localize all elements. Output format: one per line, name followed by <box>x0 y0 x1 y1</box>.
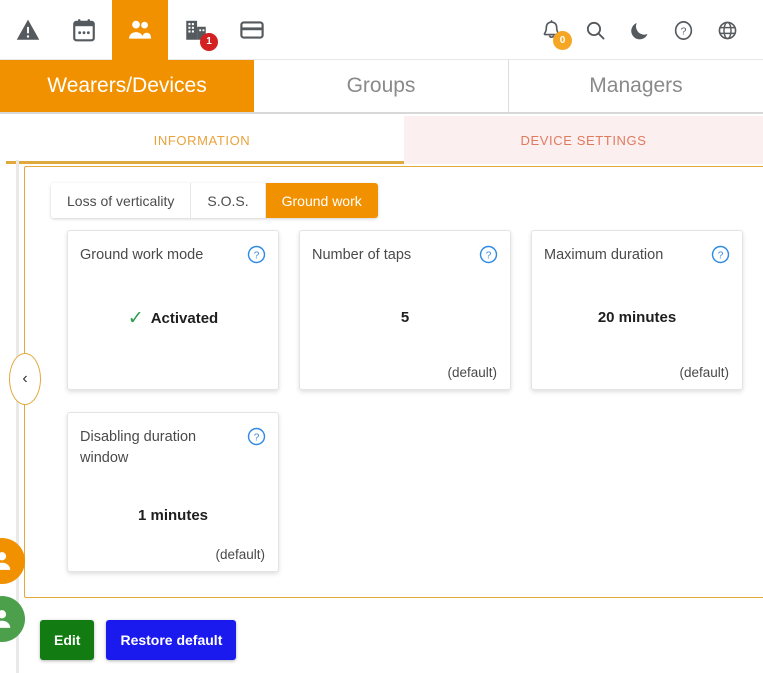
card-value: ✓ Activated <box>68 309 278 328</box>
card-icon <box>240 21 264 39</box>
calendar-icon-button[interactable] <box>56 0 112 60</box>
wearer-orange-avatar-button[interactable] <box>0 538 25 584</box>
tab-managers[interactable]: Managers <box>509 60 763 112</box>
moon-icon-button[interactable] <box>617 0 661 60</box>
settings-card-grid: Ground work mode ? ✓ Activated Number of… <box>67 230 763 572</box>
search-icon <box>586 21 604 39</box>
alert-triangle-icon <box>16 19 40 40</box>
card-title: Number of taps <box>312 247 412 263</box>
card-title: Disabling duration window <box>80 429 197 467</box>
tab-groups[interactable]: Groups <box>254 60 509 112</box>
card-ground-work-mode: Ground work mode ? ✓ Activated <box>67 230 279 390</box>
person-icon <box>0 552 11 570</box>
svg-text:?: ? <box>486 250 492 261</box>
search-icon-button[interactable] <box>573 0 617 60</box>
svg-text:?: ? <box>718 250 724 261</box>
tab-information[interactable]: INFORMATION <box>0 116 404 164</box>
notification-count-badge: 0 <box>553 31 572 50</box>
card-value-text: 20 minutes <box>597 309 677 326</box>
edit-button[interactable]: Edit <box>40 620 95 660</box>
card-number-of-taps: Number of taps ? 5 (default) <box>299 230 511 390</box>
restore-default-button[interactable]: Restore default <box>106 620 237 660</box>
calendar-icon <box>73 19 95 42</box>
help-circle-icon-button[interactable]: ? <box>247 245 266 264</box>
sidebar-collapse-button[interactable]: ‹ <box>9 353 41 405</box>
help-circle-icon-button[interactable]: ? <box>479 245 498 264</box>
help-circle-icon: ? <box>247 427 266 446</box>
bell-icon-button[interactable]: 0 <box>529 0 573 60</box>
svg-text:?: ? <box>254 250 260 261</box>
card-title: Maximum duration <box>544 247 664 263</box>
people-icon-button[interactable] <box>112 0 168 60</box>
alert-triangle-icon-button[interactable] <box>0 0 56 60</box>
card-disabling-duration-window: Disabling duration window ? 1 minutes (d… <box>67 412 279 572</box>
help-circle-icon: ? <box>247 245 266 264</box>
card-value-text: 5 <box>400 309 410 326</box>
feature-chip-group: Loss of verticality S.O.S. Ground work <box>51 183 378 218</box>
help-circle-icon-button[interactable]: ? <box>711 245 730 264</box>
card-value-text: 1 minutes <box>137 507 209 524</box>
check-icon: ✓ <box>127 308 144 329</box>
chip-ground-work[interactable]: Ground work <box>265 183 378 218</box>
card-maximum-duration: Maximum duration ? 20 minutes (default) <box>531 230 743 390</box>
help-circle-icon-button[interactable]: ? <box>247 427 266 446</box>
site-count-badge: 1 <box>200 33 218 51</box>
action-button-bar: Edit Restore default <box>40 620 237 660</box>
settings-panel: ‹ Loss of verticality S.O.S. Ground work… <box>9 166 763 598</box>
card-value-text: Activated <box>150 310 219 327</box>
chevron-left-icon: ‹ <box>22 370 28 387</box>
card-default-label: (default) <box>215 547 265 562</box>
topbar-right-icons: 0 ? <box>529 0 749 60</box>
left-rail-divider <box>16 160 19 673</box>
sub-tab-bar: INFORMATION DEVICE SETTINGS <box>0 116 763 164</box>
chip-sos[interactable]: S.O.S. <box>191 183 266 218</box>
card-icon-button[interactable] <box>224 0 280 60</box>
building-icon-button[interactable]: 1 <box>168 0 224 60</box>
person-icon <box>0 610 11 628</box>
globe-icon-button[interactable] <box>705 0 749 60</box>
svg-text:?: ? <box>254 432 260 443</box>
chip-loss-of-verticality[interactable]: Loss of verticality <box>51 183 192 218</box>
card-title: Ground work mode <box>80 247 204 263</box>
card-value: 20 minutes <box>532 309 742 326</box>
svg-text:?: ? <box>680 25 686 37</box>
help-circle-icon: ? <box>711 245 730 264</box>
main-tab-bar: Wearers/Devices Groups Managers <box>0 60 763 114</box>
globe-icon <box>718 21 736 39</box>
card-default-label: (default) <box>447 365 497 380</box>
tab-device-settings[interactable]: DEVICE SETTINGS <box>404 116 763 164</box>
topbar-left-icons: 1 <box>0 0 280 60</box>
help-circle-icon: ? <box>674 20 692 40</box>
people-icon <box>129 20 152 39</box>
card-value: 5 <box>300 309 510 326</box>
wearer-green-avatar-button[interactable] <box>0 596 25 642</box>
help-circle-icon-button[interactable]: ? <box>661 0 705 60</box>
card-value: 1 minutes <box>68 507 278 524</box>
tab-wearers-devices[interactable]: Wearers/Devices <box>0 60 254 112</box>
moon-icon <box>630 22 648 39</box>
top-icon-bar: 1 0 ? <box>0 0 763 60</box>
help-circle-icon: ? <box>479 245 498 264</box>
card-default-label: (default) <box>679 365 729 380</box>
